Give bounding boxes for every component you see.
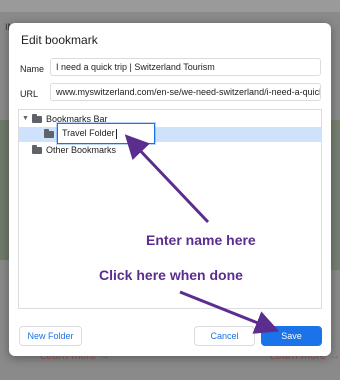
tree-item-label: Other Bookmarks [46, 145, 117, 155]
url-label: URL [20, 89, 39, 99]
name-label: Name [20, 64, 45, 74]
cancel-button[interactable]: Cancel [194, 326, 255, 346]
edit-bookmark-dialog: Edit bookmark Name I need a quick trip |… [9, 23, 331, 356]
folder-icon [32, 145, 42, 154]
folder-icon [32, 114, 42, 123]
folder-name-input[interactable]: Travel Folder [57, 123, 155, 144]
name-field[interactable]: I need a quick trip | Switzerland Touris… [50, 58, 321, 76]
expand-triangle-icon[interactable]: ▼ [22, 115, 29, 122]
new-folder-button[interactable]: New Folder [19, 326, 82, 346]
folder-icon [44, 129, 54, 138]
tree-item-other-bookmarks[interactable]: Other Bookmarks [19, 143, 321, 158]
text-caret [115, 128, 117, 139]
url-field[interactable]: www.myswitzerland.com/en-se/we-need-swit… [50, 83, 321, 101]
background-header [0, 0, 340, 12]
annotation-click-done: Click here when done [99, 267, 243, 283]
annotation-enter-name: Enter name here [146, 232, 256, 248]
save-button[interactable]: Save [261, 326, 322, 346]
folder-name-value: Travel Folder [62, 128, 115, 138]
tree-item-new-folder[interactable]: Travel Folder [19, 123, 321, 144]
dialog-title: Edit bookmark [21, 33, 98, 47]
